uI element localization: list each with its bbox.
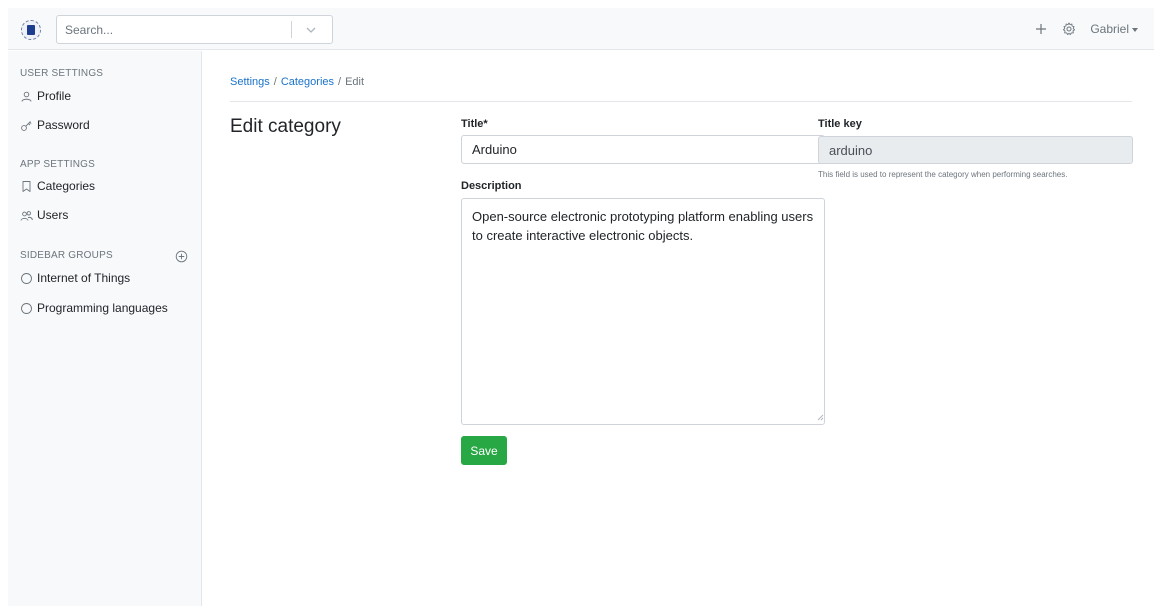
- breadcrumb-settings[interactable]: Settings: [230, 76, 270, 88]
- breadcrumb-separator: /: [273, 76, 277, 88]
- user-icon: [21, 91, 32, 102]
- header-divider: [230, 101, 1132, 102]
- title-key-label: Title key: [818, 118, 862, 130]
- sidebar-item-users[interactable]: Users: [20, 206, 68, 224]
- sidebar-item-categories[interactable]: Categories: [20, 177, 95, 195]
- app-logo[interactable]: [21, 20, 41, 40]
- sidebar: USER SETTINGS Profile Password APP SETTI…: [8, 51, 202, 606]
- sidebar-groups-heading: SIDEBAR GROUPS: [20, 250, 113, 261]
- key-icon: [21, 120, 32, 131]
- sidebar-group-programming-languages[interactable]: Programming languages: [20, 299, 168, 317]
- sidebar-group-internet-of-things[interactable]: Internet of Things: [20, 269, 130, 287]
- page-title: Edit category: [230, 116, 341, 137]
- search-box: [56, 15, 333, 44]
- sidebar-item-password[interactable]: Password: [20, 116, 90, 134]
- sidebar-item-label: Profile: [37, 89, 72, 103]
- user-settings-heading: USER SETTINGS: [20, 68, 104, 79]
- title-key-field[interactable]: [818, 136, 1133, 164]
- breadcrumb-categories[interactable]: Categories: [281, 76, 334, 88]
- chevron-down-icon[interactable]: [304, 23, 318, 37]
- title-label: Title*: [461, 118, 488, 130]
- breadcrumb-current: Edit: [345, 76, 365, 88]
- app-settings-heading: APP SETTINGS: [20, 159, 96, 170]
- breadcrumb: Settings / Categories / Edit: [230, 76, 364, 88]
- description-textarea[interactable]: Open-source electronic prototyping platf…: [461, 198, 825, 425]
- plus-icon[interactable]: [1034, 22, 1048, 36]
- description-label: Description: [461, 180, 522, 192]
- breadcrumb-separator: /: [338, 76, 342, 88]
- search-separator: [291, 21, 292, 38]
- logo-mark: [27, 25, 35, 35]
- sidebar-item-profile[interactable]: Profile: [20, 87, 71, 105]
- sidebar-item-label: Categories: [37, 179, 96, 193]
- user-menu[interactable]: Gabriel: [1090, 22, 1138, 36]
- title-key-help: This field is used to represent the cate…: [818, 170, 1068, 179]
- sidebar-item-label: Programming languages: [37, 301, 168, 315]
- title-field[interactable]: [461, 135, 825, 164]
- top-right-actions: Gabriel: [1034, 8, 1138, 50]
- caret-down-icon: [1132, 27, 1138, 32]
- save-button[interactable]: Save: [461, 436, 507, 465]
- sidebar-item-label: Users: [37, 208, 69, 222]
- bookmark-icon: [22, 180, 31, 192]
- circle-icon: [21, 302, 32, 314]
- gear-icon[interactable]: [1062, 22, 1076, 36]
- users-icon: [20, 210, 33, 221]
- add-group-icon[interactable]: [175, 250, 188, 263]
- top-bar: Gabriel: [8, 8, 1154, 50]
- sidebar-item-label: Password: [37, 118, 90, 132]
- circle-icon: [21, 272, 32, 284]
- user-name: Gabriel: [1090, 22, 1129, 36]
- app-frame: Gabriel USER SETTINGS Profile Password A…: [8, 8, 1154, 606]
- sidebar-item-label: Internet of Things: [37, 271, 131, 285]
- search-input[interactable]: [57, 16, 289, 43]
- resize-grip-icon[interactable]: [816, 413, 824, 421]
